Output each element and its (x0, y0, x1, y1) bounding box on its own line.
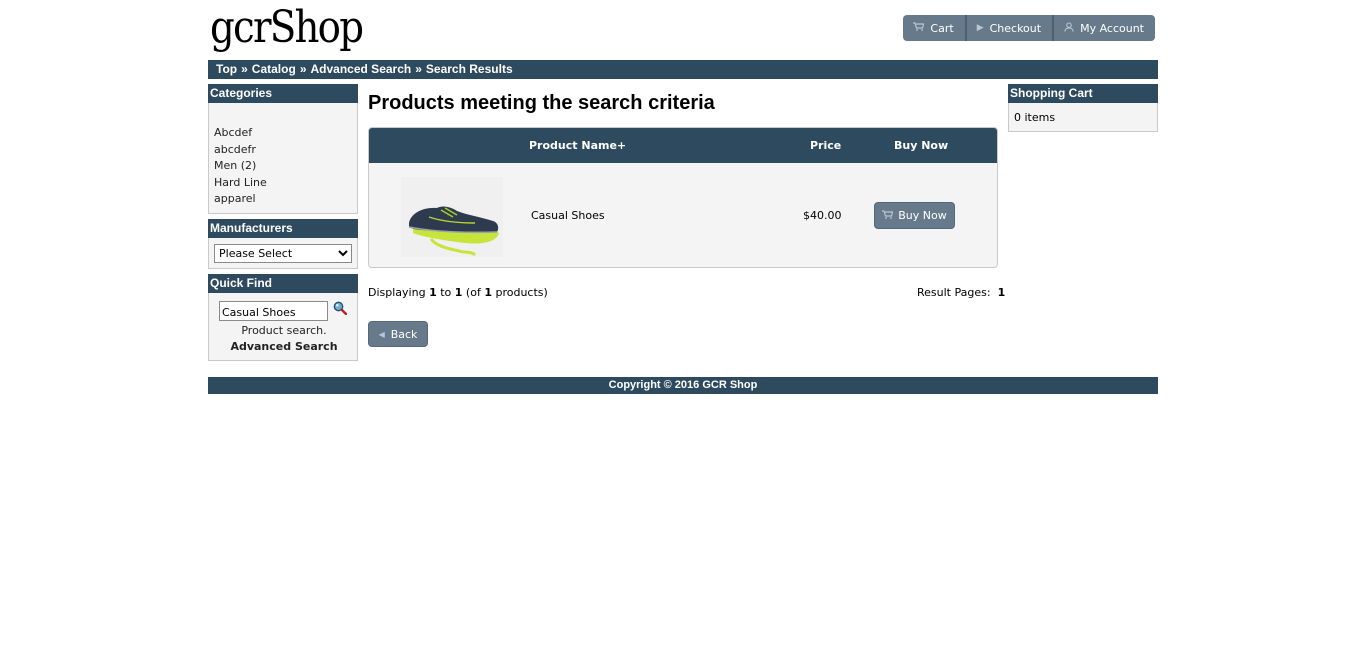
header-nav: Cart ▶ Checkout My Account (903, 15, 1155, 41)
displaying-to: 1 (454, 286, 463, 299)
category-item[interactable]: Abcdef (214, 125, 357, 142)
categories-heading: Categories (208, 84, 358, 103)
category-item[interactable]: apparel (214, 191, 357, 208)
result-page-number[interactable]: 1 (998, 286, 1006, 299)
quick-find-input[interactable] (219, 301, 328, 321)
site-logo[interactable]: gcrShop (210, 2, 364, 54)
results-table: Product Name+ Price Buy Now Casual Shoes… (368, 127, 998, 268)
displaying-prefix: Displaying (368, 286, 426, 299)
column-product-name[interactable]: Product Name+ (529, 139, 626, 152)
category-item[interactable]: Hard Line (214, 175, 357, 192)
cart-icon (882, 209, 894, 222)
displaying-to-word: to (440, 286, 452, 299)
column-buy-now: Buy Now (894, 139, 949, 152)
user-icon (1064, 21, 1074, 35)
triangle-right-icon: ▶ (976, 23, 984, 33)
quick-find-note: Product search. (241, 324, 327, 337)
breadcrumb-search-results[interactable]: Search Results (426, 62, 513, 76)
result-pages: Result Pages: 1 (917, 286, 1005, 299)
shopping-cart-heading: Shopping Cart (1008, 84, 1158, 103)
checkout-button-label: Checkout (989, 21, 1042, 35)
quick-find-box: Quick Find Product search. Advanced Sear… (208, 274, 358, 361)
back-button[interactable]: ◀ Back (368, 321, 428, 347)
my-account-button[interactable]: My Account (1054, 15, 1155, 41)
product-price: $40.00 (803, 209, 842, 222)
quick-find-heading: Quick Find (208, 274, 358, 293)
buy-now-label: Buy Now (898, 209, 947, 222)
categories-box: Categories Abcdef abcdefr Men (2) Hard L… (208, 84, 358, 214)
my-account-button-label: My Account (1080, 21, 1144, 35)
breadcrumb-separator: » (415, 62, 422, 76)
breadcrumb: Top» Catalog» Advanced Search» Search Resul… (208, 60, 1158, 79)
breadcrumb-advanced-search[interactable]: Advanced Search (311, 62, 412, 76)
results-header: Product Name+ Price Buy Now (369, 128, 997, 163)
advanced-search-link[interactable]: Advanced Search (209, 340, 359, 353)
breadcrumb-top[interactable]: Top (216, 62, 237, 76)
displaying-suffix: products) (495, 286, 548, 299)
category-list: Abcdef abcdefr Men (2) Hard Line apparel (209, 103, 357, 208)
buy-now-button[interactable]: Buy Now (874, 202, 955, 229)
cart-button-label: Cart (930, 21, 954, 35)
result-pages-label: Result Pages: (917, 286, 991, 299)
displaying-from: 1 (429, 286, 437, 299)
shopping-cart-box: Shopping Cart 0 items (1008, 84, 1158, 132)
displaying-total: 1 (484, 286, 492, 299)
product-image[interactable] (401, 177, 503, 257)
footer-copyright: Copyright © 2016 GCR Shop (208, 377, 1158, 394)
table-row: Casual Shoes $40.00 Buy Now (369, 163, 997, 267)
checkout-button[interactable]: ▶ Checkout (966, 15, 1055, 41)
cart-icon (913, 22, 925, 34)
back-button-label: Back (390, 327, 418, 341)
category-item[interactable]: Men (2) (214, 158, 357, 175)
page-title: Products meeting the search criteria (368, 92, 715, 114)
category-item[interactable]: abcdefr (214, 142, 357, 159)
manufacturers-box: Manufacturers Please Select (208, 219, 358, 269)
search-icon[interactable] (333, 301, 348, 316)
breadcrumb-separator: » (241, 62, 248, 76)
triangle-left-icon: ◀ (378, 329, 385, 339)
breadcrumb-catalog[interactable]: Catalog (252, 62, 296, 76)
product-name-link[interactable]: Casual Shoes (531, 209, 605, 222)
manufacturers-heading: Manufacturers (208, 219, 358, 238)
cart-item-count: 0 items (1014, 111, 1056, 124)
breadcrumb-separator: » (299, 62, 307, 76)
manufacturers-select[interactable]: Please Select (214, 244, 352, 263)
column-price: Price (810, 139, 842, 152)
displaying-count: Displaying 1 to 1 (of 1 products) (368, 286, 548, 299)
displaying-of: (of (465, 286, 481, 299)
cart-button[interactable]: Cart (903, 15, 967, 41)
